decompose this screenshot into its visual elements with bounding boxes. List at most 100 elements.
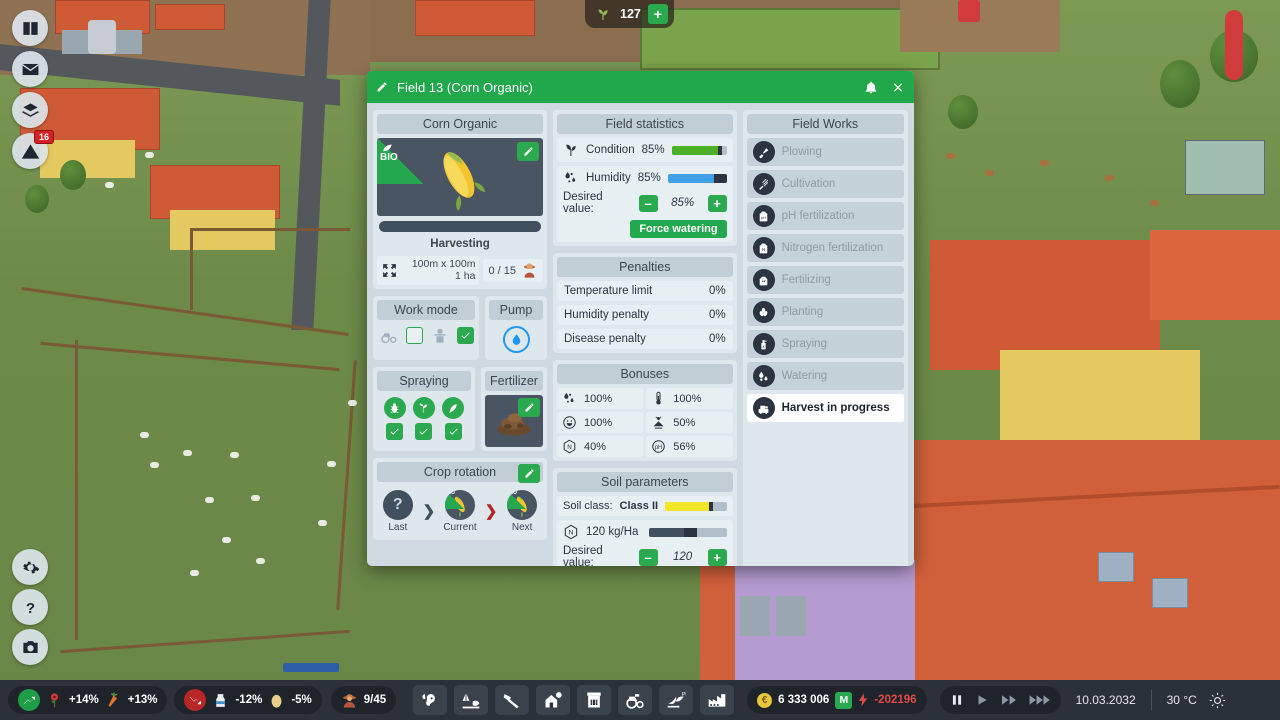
field-work-nitrogen-fertilization[interactable]: N Nitrogen fertilization bbox=[746, 234, 904, 262]
rotation-current-icon[interactable]: BIO bbox=[444, 490, 475, 520]
rotation-next-icon[interactable]: BIO bbox=[507, 490, 538, 520]
fertilizer-bag-icon bbox=[759, 276, 768, 285]
work-mode-checkbox-tractor[interactable] bbox=[405, 327, 423, 344]
close-icon[interactable] bbox=[891, 80, 905, 95]
sidebar-item-layers[interactable] bbox=[12, 92, 48, 128]
fungicide-checkbox[interactable] bbox=[444, 423, 462, 440]
tool-animals[interactable] bbox=[413, 685, 448, 715]
humidity-increase-button[interactable]: + bbox=[707, 194, 727, 212]
alerts-badge: 16 bbox=[33, 130, 54, 144]
work-mode-options bbox=[377, 324, 475, 348]
bio-text: BIO bbox=[508, 490, 518, 496]
fertilizer-image bbox=[485, 395, 543, 447]
field-work-plowing[interactable]: Plowing bbox=[746, 138, 904, 166]
field-statistics-title: Field statistics bbox=[557, 114, 733, 134]
soil-parameters-card: Soil parameters Soil class: Class II N 1… bbox=[553, 468, 737, 566]
animal-sheep bbox=[318, 520, 327, 526]
force-watering-button[interactable]: Force watering bbox=[630, 220, 727, 238]
humidity-bar[interactable] bbox=[667, 173, 727, 183]
tool-build[interactable] bbox=[495, 685, 530, 715]
animal-deer bbox=[1105, 175, 1114, 181]
bonuses-grid: 100% 100% 100% 50% N 40% pH 56% bbox=[557, 388, 733, 457]
work-mode-checkbox-worker[interactable] bbox=[456, 327, 474, 344]
book-icon bbox=[22, 21, 38, 35]
nitrogen-bar[interactable] bbox=[648, 527, 727, 537]
bonus-value: 56% bbox=[673, 440, 696, 453]
tool-shop[interactable] bbox=[577, 685, 612, 715]
tool-fields[interactable]: PH bbox=[659, 685, 694, 715]
fast-forward-icon[interactable] bbox=[1000, 693, 1018, 707]
tool-vehicles[interactable] bbox=[618, 685, 653, 715]
loan-value: -202196 bbox=[874, 694, 917, 706]
sidebar-item-alerts[interactable]: 16 bbox=[12, 130, 54, 169]
nitrogen-desired-value: 120 bbox=[672, 551, 693, 563]
field-work-harvest[interactable]: Harvest in progress bbox=[746, 394, 904, 422]
condition-bar[interactable] bbox=[671, 145, 727, 155]
nitrogen-desired-label: Desired value: bbox=[563, 545, 603, 566]
help-button[interactable]: ? bbox=[12, 589, 48, 625]
svg-text:N: N bbox=[762, 247, 765, 252]
money-pill[interactable]: € 6 333 006 M -202196 bbox=[747, 686, 927, 714]
trend-value: -5% bbox=[291, 694, 312, 706]
nitrogen-increase-button[interactable]: + bbox=[707, 548, 727, 566]
svg-text:PH: PH bbox=[682, 692, 686, 698]
bonus-humidity: 100% bbox=[557, 388, 644, 409]
humidity-decrease-button[interactable]: – bbox=[638, 194, 658, 212]
rotation-last-icon[interactable]: ? bbox=[382, 490, 413, 520]
water-icon bbox=[759, 371, 768, 381]
crop-rotation-edit-button[interactable] bbox=[518, 464, 540, 483]
house-roof bbox=[1150, 230, 1280, 320]
photo-mode-button[interactable] bbox=[12, 629, 48, 665]
check-icon bbox=[420, 428, 429, 435]
herbicide-checkbox[interactable] bbox=[415, 423, 433, 440]
building-wall bbox=[776, 596, 806, 636]
fastest-forward-icon[interactable] bbox=[1029, 693, 1051, 707]
statistics-column: Field statistics Condition 85% Humidity … bbox=[553, 110, 737, 566]
fungicide-button[interactable] bbox=[442, 397, 465, 419]
mortgage-badge: M bbox=[835, 691, 853, 709]
field-statistics-card: Field statistics Condition 85% Humidity … bbox=[553, 110, 737, 246]
sprayer-icon-wrap: x bbox=[752, 333, 775, 355]
fence bbox=[190, 230, 193, 310]
play-icon[interactable] bbox=[975, 693, 989, 707]
sidebar-item-logbook[interactable] bbox=[12, 10, 48, 46]
humidity-desired-row: Desired value: – 85% + bbox=[563, 191, 727, 215]
pump-toggle-button[interactable] bbox=[502, 326, 530, 353]
insecticide-checkbox[interactable] bbox=[386, 423, 404, 440]
field-work-planting[interactable]: Planting bbox=[746, 298, 904, 326]
pause-icon[interactable] bbox=[950, 693, 964, 707]
tool-production[interactable] bbox=[700, 685, 735, 715]
pump-body bbox=[489, 324, 543, 356]
crop-column: Corn Organic BIO Harvesting 100m x 100m … bbox=[373, 110, 547, 566]
field-work-ph-fertilization[interactable]: pH pH fertilization bbox=[746, 202, 904, 230]
field-work-watering[interactable]: Watering bbox=[746, 362, 904, 390]
nitrogen-group: N 120 kg/Ha Desired value: – 120 + bbox=[557, 520, 733, 566]
left-rail-bottom: ? bbox=[12, 549, 48, 665]
add-seed-button[interactable]: + bbox=[647, 4, 668, 24]
field-work-label: Plowing bbox=[781, 146, 822, 158]
field-work-fertilizing[interactable]: Fertilizing bbox=[746, 266, 904, 294]
greenhouse bbox=[1185, 140, 1265, 195]
sidebar-item-mail[interactable] bbox=[12, 51, 48, 87]
nitrogen-decrease-button[interactable]: – bbox=[638, 548, 658, 566]
market-trends-down[interactable]: -12% -5% bbox=[174, 686, 322, 714]
tool-terrain[interactable] bbox=[454, 685, 489, 715]
nitrogen-desired-row: Desired value: – 120 + bbox=[563, 545, 727, 566]
insecticide-button[interactable] bbox=[383, 397, 406, 419]
penalty-value: 0% bbox=[708, 309, 726, 321]
edit-pencil-icon[interactable] bbox=[376, 81, 388, 93]
animal-sheep bbox=[251, 495, 260, 501]
settings-button[interactable] bbox=[12, 549, 48, 585]
field-work-cultivation[interactable]: Cultivation bbox=[746, 170, 904, 198]
field-work-spraying[interactable]: x Spraying bbox=[746, 330, 904, 358]
herbicide-button[interactable] bbox=[412, 397, 435, 419]
bell-icon[interactable] bbox=[864, 80, 878, 95]
workers-pill[interactable]: 9/45 bbox=[330, 686, 397, 714]
crop-edit-button[interactable] bbox=[517, 142, 539, 161]
condition-label: Condition bbox=[586, 144, 635, 156]
spray-option-insecticide bbox=[383, 397, 406, 440]
tool-buildings[interactable] bbox=[536, 685, 571, 715]
animal-deer bbox=[946, 153, 955, 159]
market-trends-up[interactable]: +14% +13% bbox=[8, 686, 168, 714]
fertilizer-edit-button[interactable] bbox=[518, 398, 540, 417]
